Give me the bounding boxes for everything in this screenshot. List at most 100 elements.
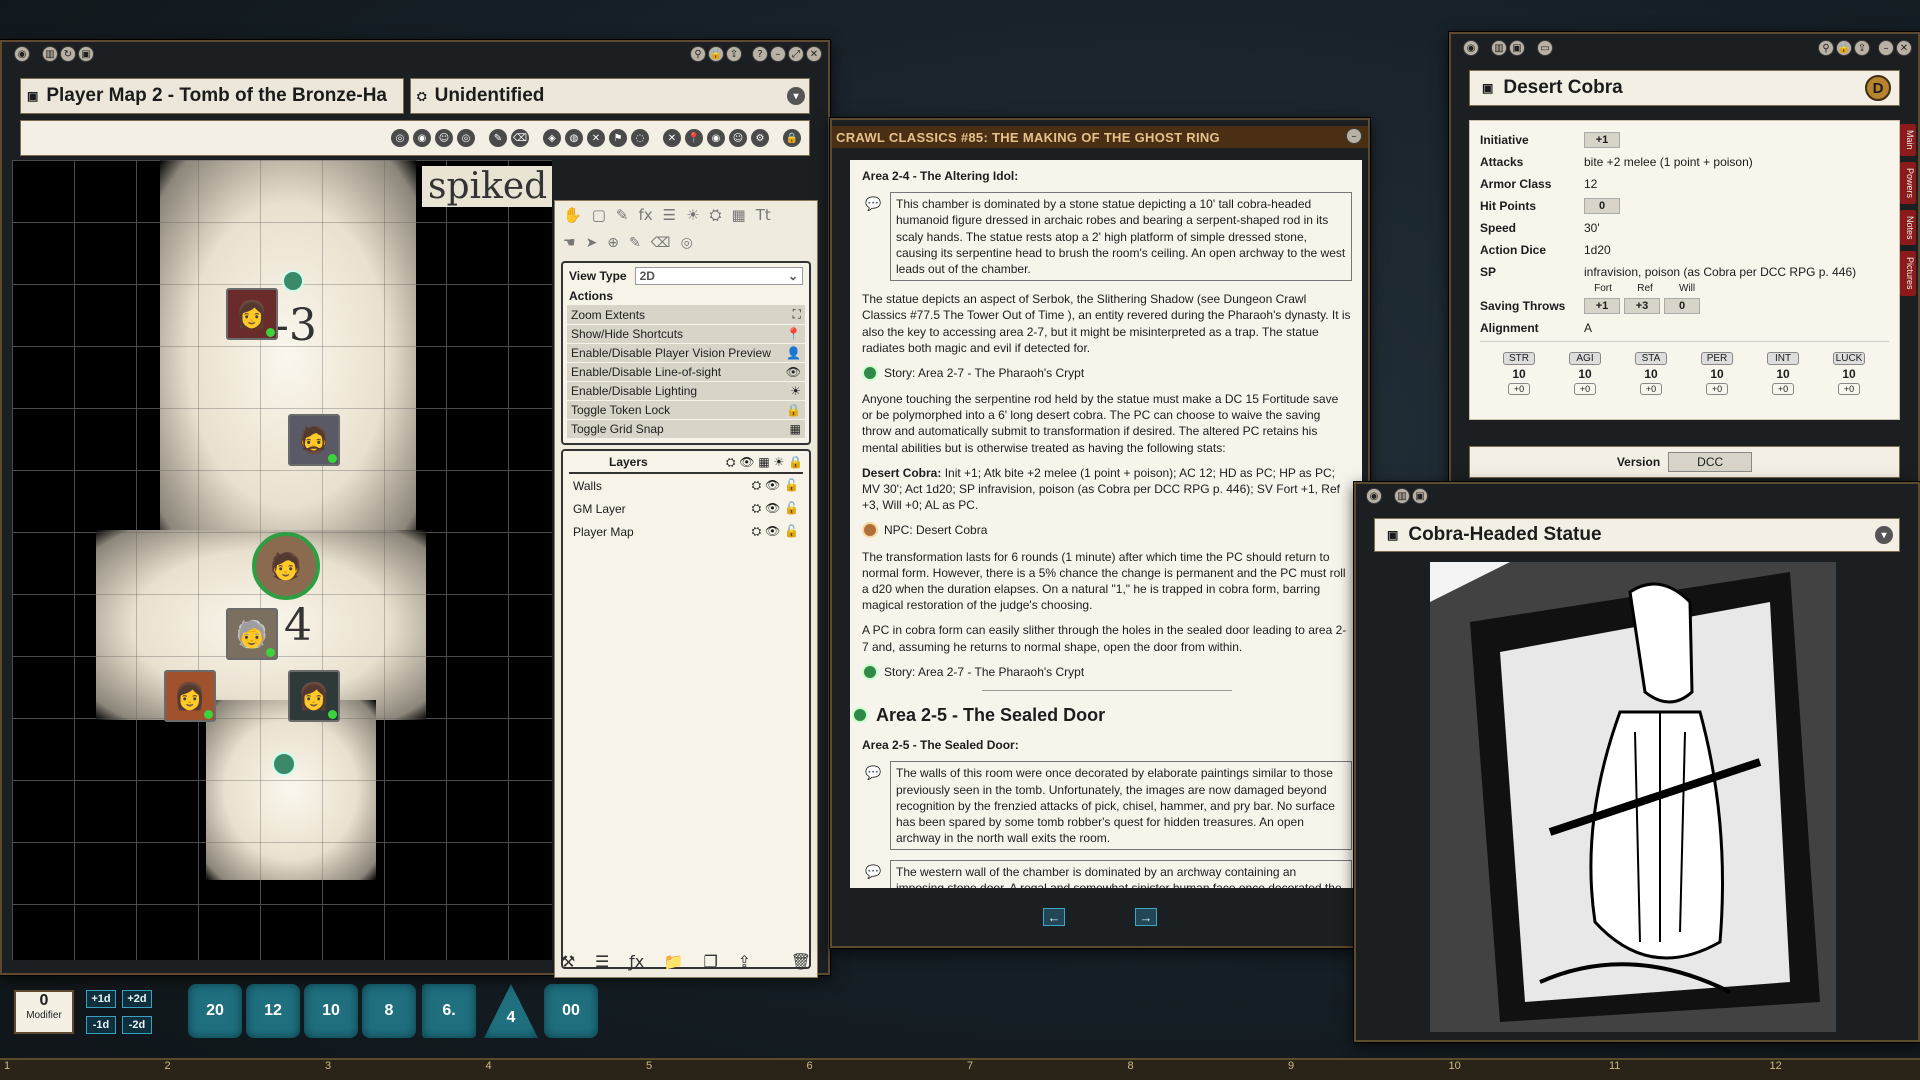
pen-icon[interactable]: ✎ bbox=[629, 235, 641, 251]
zoom-icon[interactable]: ⚲ bbox=[1818, 40, 1834, 56]
pc-token[interactable]: 👩 bbox=[226, 288, 278, 340]
npc-type-badge[interactable]: D bbox=[1865, 75, 1891, 101]
flag-icon[interactable]: ⚑ bbox=[609, 129, 627, 147]
vision-icon[interactable]: ◉ bbox=[707, 129, 725, 147]
npc-link[interactable]: NPC: Desert Cobra bbox=[862, 522, 1352, 539]
next-arrow-icon[interactable]: → bbox=[1135, 908, 1157, 926]
group-icon[interactable]: ☺ bbox=[729, 129, 747, 147]
d12-icon[interactable]: 12 bbox=[246, 984, 300, 1038]
minimize-icon[interactable]: – bbox=[1878, 40, 1894, 56]
trash-icon[interactable]: 🗑 bbox=[791, 952, 811, 971]
side-tab[interactable]: Main bbox=[1900, 124, 1916, 156]
copy-icon[interactable]: ▣ bbox=[1509, 40, 1525, 56]
tool-tab-icon[interactable]: ▦ bbox=[732, 206, 746, 224]
tool-tab-icon[interactable]: ✋ bbox=[563, 206, 582, 224]
clear-icon[interactable]: ✕ bbox=[663, 129, 681, 147]
action-dice-value[interactable]: 1d20 bbox=[1584, 243, 1611, 257]
add-tool-icon[interactable]: ⚒ bbox=[561, 952, 575, 971]
layer-item[interactable]: GM Layer ⛭ 👁 🔓 bbox=[569, 497, 803, 520]
resize-icon[interactable]: ⤢ bbox=[788, 46, 804, 62]
map-pin-icon[interactable] bbox=[272, 752, 296, 776]
dropdown-icon[interactable]: ▾ bbox=[1875, 526, 1893, 544]
tool-tab-icon[interactable]: ☰ bbox=[663, 206, 676, 224]
ability-score[interactable]: PER 10 +0 bbox=[1690, 352, 1744, 395]
fog-icon[interactable]: ◍ bbox=[565, 129, 583, 147]
window-stack-icon[interactable]: ▥ bbox=[1491, 40, 1507, 56]
lock-icon[interactable]: 🔒 bbox=[708, 46, 724, 62]
save-value[interactable]: 0 bbox=[1664, 298, 1700, 314]
layer-controls-icon[interactable]: ⛭ 👁 🔓 bbox=[752, 501, 799, 516]
tool-tab-icon[interactable]: ⛭ bbox=[710, 206, 722, 224]
target-icon[interactable]: ◎ bbox=[457, 129, 475, 147]
story-body[interactable]: Area 2-4 - The Altering Idol: 💬 This cham… bbox=[850, 160, 1362, 888]
map-pin-icon[interactable] bbox=[282, 270, 304, 292]
action-item[interactable]: Show/Hide Shortcuts 📍 bbox=[567, 325, 805, 343]
hp-value[interactable]: 0 bbox=[1584, 198, 1620, 214]
copy-icon[interactable]: ▣ bbox=[78, 46, 94, 62]
tool-tab-icon[interactable]: ✎ bbox=[616, 206, 629, 224]
close-icon[interactable]: ✕ bbox=[806, 46, 822, 62]
side-tab[interactable]: Powers bbox=[1900, 161, 1916, 204]
image-link-icon[interactable]: ▣ bbox=[1387, 528, 1398, 542]
minus-one-die-button[interactable]: -1d bbox=[86, 1016, 116, 1034]
tool-tab-icon[interactable]: ▢ bbox=[592, 206, 606, 224]
action-item[interactable]: Enable/Disable Line-of-sight 👁 bbox=[567, 363, 805, 381]
pin-icon[interactable]: 📍 bbox=[685, 129, 703, 147]
minus-two-dice-button[interactable]: -2d bbox=[122, 1016, 152, 1034]
pc-token[interactable]: 👩 bbox=[164, 670, 216, 722]
map-name-field[interactable]: ▣ Player Map 2 - Tomb of the Bronze-Ha bbox=[20, 78, 404, 114]
map-subtitle-field[interactable]: ⛭ Unidentified ▾ bbox=[410, 78, 810, 114]
action-item[interactable]: Toggle Grid Snap ▦ bbox=[567, 420, 805, 438]
help-icon[interactable]: ? bbox=[752, 46, 768, 62]
circle-icon[interactable]: ◌ bbox=[631, 129, 649, 147]
effect-icon[interactable]: ƒx bbox=[629, 952, 644, 971]
save-value[interactable]: +3 bbox=[1624, 298, 1660, 314]
map-link-icon[interactable]: ▣ bbox=[27, 89, 38, 103]
ability-score[interactable]: STR 10 +0 bbox=[1492, 352, 1546, 395]
pencil-icon[interactable]: ✎ bbox=[489, 129, 507, 147]
share-icon[interactable]: ⇪ bbox=[1854, 40, 1870, 56]
layer-controls-icon[interactable]: ⛭ 👁 🔓 bbox=[752, 524, 799, 539]
person-icon[interactable]: ☺ bbox=[435, 129, 453, 147]
action-item[interactable]: Enable/Disable Lighting ☀ bbox=[567, 382, 805, 400]
save-value[interactable]: +1 bbox=[1584, 298, 1620, 314]
zoom-icon[interactable]: ⚲ bbox=[690, 46, 706, 62]
sp-value[interactable]: infravision, poison (as Cobra per DCC RP… bbox=[1584, 265, 1856, 279]
export-icon[interactable]: ⇪ bbox=[738, 952, 751, 971]
npc-link-icon[interactable]: ▣ bbox=[1482, 81, 1493, 95]
layer-add-icon[interactable]: ☰ bbox=[595, 952, 609, 971]
attacks-value[interactable]: bite +2 melee (1 point + poison) bbox=[1584, 155, 1753, 169]
speed-value[interactable]: 30' bbox=[1584, 221, 1600, 235]
menu-icon[interactable]: ◉ bbox=[1366, 488, 1382, 504]
previous-arrow-icon[interactable]: ← bbox=[1043, 908, 1065, 926]
chat-icon[interactable]: ▭ bbox=[1537, 40, 1553, 56]
refresh-icon[interactable]: ↻ bbox=[60, 46, 76, 62]
section-link-icon[interactable] bbox=[852, 707, 868, 724]
alignment-value[interactable]: A bbox=[1584, 321, 1592, 335]
target-icon[interactable]: ⊕ bbox=[607, 235, 619, 251]
d6-icon[interactable]: 6. bbox=[422, 984, 476, 1038]
mask-icon[interactable]: ◈ bbox=[543, 129, 561, 147]
duplicate-icon[interactable]: ❐ bbox=[704, 952, 718, 971]
tool-tab-icon[interactable]: ☀ bbox=[686, 206, 699, 224]
minimize-icon[interactable]: – bbox=[770, 46, 786, 62]
view-type-select[interactable]: 2D ⌄ bbox=[634, 267, 803, 285]
pc-token[interactable]: 🧔 bbox=[288, 414, 340, 466]
pointer-icon[interactable]: ➤ bbox=[586, 235, 598, 251]
version-select[interactable]: DCC bbox=[1668, 452, 1753, 472]
share-icon[interactable]: ⇪ bbox=[726, 46, 742, 62]
story-link[interactable]: Story: Area 2-7 - The Pharaoh's Crypt bbox=[862, 364, 1352, 381]
stop-icon[interactable]: ◎ bbox=[681, 235, 693, 251]
menu-icon[interactable]: ◉ bbox=[1463, 40, 1479, 56]
window-stack-icon[interactable]: ▥ bbox=[1394, 488, 1410, 504]
story-link[interactable]: Story: Area 2-7 - The Pharaoh's Crypt bbox=[862, 663, 1352, 680]
token-tool-icon[interactable]: ◎ bbox=[391, 129, 409, 147]
map-canvas[interactable]: spiked -3 4 👩 🧔 🧑 🧓 👩 👩 bbox=[12, 160, 552, 960]
ability-score[interactable]: STA 10 +0 bbox=[1624, 352, 1678, 395]
plus-two-dice-button[interactable]: +2d bbox=[122, 990, 152, 1008]
d20-icon[interactable]: 20 bbox=[188, 984, 242, 1038]
d10-icon[interactable]: 10 bbox=[304, 984, 358, 1038]
eraser-icon[interactable]: ⌫ bbox=[511, 129, 529, 147]
initiative-value[interactable]: +1 bbox=[1584, 132, 1620, 148]
side-tab[interactable]: Pictures bbox=[1900, 251, 1916, 296]
